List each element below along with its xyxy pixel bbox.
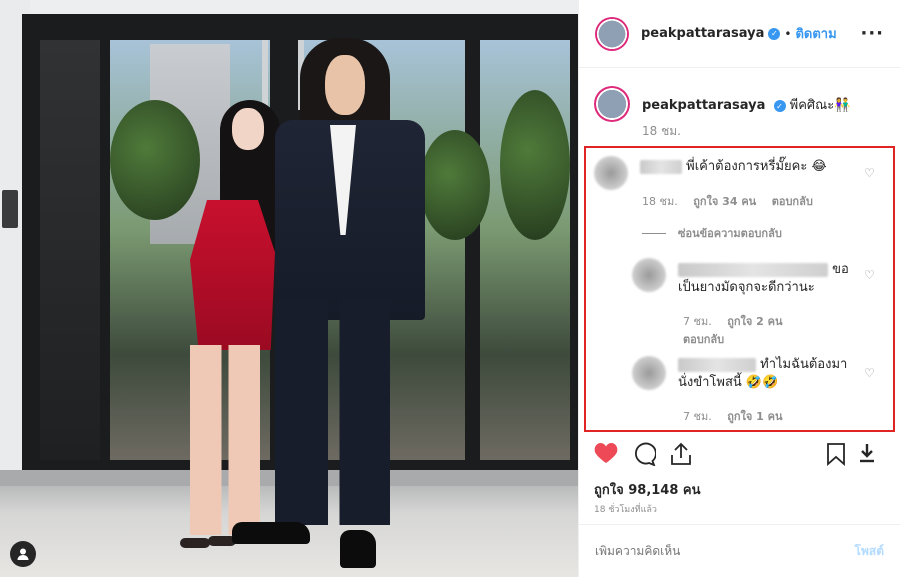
sandal <box>180 538 210 548</box>
blurred-username <box>640 159 682 174</box>
shoe <box>232 522 310 544</box>
post-header: peakpattarasaya ✓ • ติดตาม ··· <box>579 0 900 68</box>
reply-time: 7 ชม. <box>683 410 712 423</box>
reply-likes[interactable]: ถูกใจ 2 คน <box>727 315 782 328</box>
avatar[interactable] <box>632 356 666 390</box>
divider <box>642 232 666 234</box>
add-comment-bar: โพสต์ <box>579 524 900 577</box>
shoe <box>340 530 376 568</box>
heart-icon[interactable] <box>594 442 618 471</box>
hide-replies-button[interactable]: ซ่อนข้อความตอบกลับ <box>642 224 782 242</box>
blurred-username <box>678 262 828 277</box>
reply-body: นั่งขำโพสนี้ 🤣🤣 <box>678 375 779 390</box>
reply-text: ทำไมฉันต้องมา นั่งขำโพสนี้ 🤣🤣 <box>678 356 853 392</box>
person-man-face <box>325 55 365 115</box>
reply-time: 7 ชม. <box>683 315 712 328</box>
caption: peakpattarasaya ✓ พีคศิณะ👫 <box>594 86 850 122</box>
comment-text: พี่เค้าต้องการหรี่มั๊ยคะ 😂 <box>640 158 827 176</box>
comment-likes[interactable]: ถูกใจ 34 คน <box>693 195 756 208</box>
user-tag-icon[interactable] <box>10 541 36 567</box>
reply-body: ขอ <box>832 262 849 277</box>
likes-count[interactable]: ถูกใจ 98,148 คน <box>594 479 701 500</box>
caption-text: peakpattarasaya ✓ พีคศิณะ👫 <box>642 94 850 115</box>
reply-likes[interactable]: ถูกใจ 1 คน <box>727 410 782 423</box>
reply-like-icon[interactable]: ♡ <box>864 268 876 282</box>
avatar[interactable] <box>594 86 630 122</box>
comment-meta: 18 ชม. ถูกใจ 34 คน ตอบกลับ <box>642 192 813 210</box>
door-glass <box>40 40 100 460</box>
avatar[interactable] <box>632 258 666 292</box>
reply-button[interactable]: ตอบกลับ <box>683 333 724 346</box>
caption-body: พีคศิณะ👫 <box>789 97 851 113</box>
comment-item <box>594 156 628 190</box>
comment-icon[interactable] <box>632 442 657 473</box>
post-comment-button[interactable]: โพสต์ <box>855 542 884 561</box>
hide-replies-label: ซ่อนข้อความตอบกลับ <box>678 227 782 240</box>
share-icon[interactable] <box>670 442 692 473</box>
reply-meta: 7 ชม. ถูกใจ 2 คน ตอบกลับ <box>683 312 783 348</box>
reply-text: ขอ เป็นยางมัดจุกจะดีกว่านะ <box>678 261 853 297</box>
reply-body: ทำไมฉันต้องมา <box>760 357 848 372</box>
verified-icon: ✓ <box>768 27 781 40</box>
person-woman-face <box>232 108 264 150</box>
download-icon[interactable] <box>858 442 876 471</box>
bookmark-icon[interactable] <box>826 442 846 473</box>
reply-item <box>632 258 666 292</box>
reply-item <box>632 356 666 390</box>
verified-icon: ✓ <box>773 100 786 112</box>
avatar[interactable] <box>595 16 629 51</box>
comment-like-icon[interactable]: ♡ <box>864 166 876 180</box>
comment-body: พี่เค้าต้องการหรี่มั๊ยคะ 😂 <box>686 159 827 174</box>
avatar[interactable] <box>594 156 628 190</box>
caption-time: 18 ชม. <box>642 124 681 138</box>
tree-reflection <box>420 130 490 240</box>
tree-reflection <box>110 100 200 220</box>
separator-dot: • <box>784 26 792 41</box>
door-handle <box>262 40 268 110</box>
comment-time: 18 ชม. <box>642 195 678 208</box>
reply-button[interactable]: ตอบกลับ <box>772 195 813 208</box>
more-options-icon[interactable]: ··· <box>860 23 884 44</box>
person-woman-legs <box>190 345 260 535</box>
person-man-pants <box>275 300 390 525</box>
tree-reflection <box>500 90 570 240</box>
reply-meta: 7 ชม. ถูกใจ 1 คน <box>683 407 783 425</box>
post-photo[interactable] <box>0 0 578 577</box>
posted-time: 18 ชั่วโมงที่แล้ว <box>594 505 657 515</box>
person-woman-dress <box>190 200 275 350</box>
add-comment-input[interactable] <box>595 544 855 558</box>
reply-like-icon[interactable]: ♡ <box>864 366 876 380</box>
username[interactable]: peakpattarasaya <box>641 26 764 41</box>
follow-button[interactable]: ติดตาม <box>795 23 836 44</box>
action-bar <box>594 442 884 470</box>
caption-username[interactable]: peakpattarasaya <box>642 98 765 113</box>
blurred-username <box>678 357 756 372</box>
intercom <box>2 190 18 228</box>
reply-body: เป็นยางมัดจุกจะดีกว่านะ <box>678 280 815 295</box>
